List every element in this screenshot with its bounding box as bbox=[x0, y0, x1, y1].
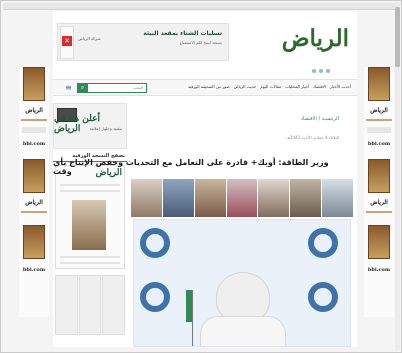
opec-logo-icon bbox=[308, 228, 338, 258]
side-ad-logo: الرياض bbox=[25, 107, 43, 114]
paper-thumbnail[interactable] bbox=[102, 275, 126, 335]
front-page-photo bbox=[72, 200, 106, 250]
sidebar-ad-subtitle: بتقنية وحلول إعلانية bbox=[89, 126, 123, 131]
text-line bbox=[60, 190, 120, 192]
text-line bbox=[60, 262, 120, 264]
book-cover-image bbox=[23, 225, 45, 259]
opec-logo-icon bbox=[140, 228, 170, 258]
side-ad-divider bbox=[366, 119, 392, 121]
speaker-head bbox=[216, 272, 270, 322]
side-ad-url: bbi.com bbox=[367, 141, 391, 147]
article-title: وزير الطاقة: أوبك+ قادرة على التعامل مع … bbox=[53, 158, 329, 176]
book-cover-image bbox=[368, 225, 390, 259]
side-ad-logo: الرياض bbox=[370, 107, 388, 114]
side-ad-left[interactable]: الرياض bbi.com الرياض bbi.com bbox=[19, 67, 49, 317]
flag-pole bbox=[192, 290, 193, 346]
text-line bbox=[60, 256, 120, 258]
twitter-icon[interactable] bbox=[312, 69, 316, 73]
participant-thumbnail bbox=[290, 179, 322, 217]
youtube-icon[interactable] bbox=[326, 69, 330, 73]
nav-item-economy[interactable]: الاقتصاد bbox=[313, 84, 326, 89]
side-ad-tag bbox=[367, 127, 391, 133]
side-ad-divider bbox=[21, 211, 47, 213]
paper-thumbnails bbox=[55, 275, 126, 335]
side-ad-divider bbox=[21, 119, 47, 121]
main-video-frame bbox=[133, 219, 351, 347]
participant-thumbnail bbox=[226, 179, 258, 217]
nav-item-latest[interactable]: أحدث الأخبار bbox=[330, 84, 351, 89]
side-ad-tag bbox=[22, 127, 46, 133]
book-cover-image bbox=[23, 159, 45, 193]
search-icon[interactable]: ⌕ bbox=[77, 83, 88, 93]
book-cover-image bbox=[23, 67, 45, 101]
side-ad-url: bbi.com bbox=[22, 141, 46, 147]
top-ad-banner[interactable]: ✕ شركة الرياض تسليات الشتاء بمقعد البيئة… bbox=[57, 23, 229, 61]
participant-thumbnail bbox=[322, 179, 354, 217]
nav-item-opinion[interactable]: مقالات اليوم bbox=[260, 84, 281, 89]
nav-item-local[interactable]: أخبار المحليات bbox=[285, 84, 309, 89]
participant-thumbnail bbox=[131, 179, 162, 217]
main-nav: أحدث الأخبار الاقتصاد أخبار المحليات مقا… bbox=[53, 79, 357, 96]
scrollbar-thumb[interactable] bbox=[395, 7, 400, 67]
site-logo[interactable]: الرياض bbox=[282, 25, 349, 52]
menu-icon[interactable]: ≡ bbox=[65, 84, 73, 92]
sidebar-ad-title: أعلن هنا في الرياض bbox=[54, 114, 100, 134]
breadcrumb[interactable]: الرئيسية / الاقتصاد bbox=[301, 116, 339, 122]
ad-brand: شركة الرياض bbox=[78, 36, 101, 41]
ad-title: تسليات الشتاء بمقعد البيئة bbox=[143, 30, 222, 37]
participant-thumbnail bbox=[194, 179, 226, 217]
nav-item-riyadh-talk[interactable]: حديث الرياض bbox=[234, 84, 257, 89]
side-ad-divider bbox=[366, 211, 392, 213]
article-date: الثلاثاء 4 جمادى الآخرة 1443هـ bbox=[286, 135, 339, 140]
paper-thumbnail[interactable] bbox=[78, 275, 102, 335]
book-cover-image bbox=[368, 67, 390, 101]
side-ad-logo: الرياض bbox=[370, 199, 388, 206]
nav-item-print-edition[interactable]: صور من الصحيفة الورقية bbox=[188, 84, 230, 89]
browser-toolbar bbox=[3, 3, 395, 10]
participant-thumbnail bbox=[162, 179, 194, 217]
opec-logo-icon bbox=[140, 282, 170, 312]
close-ad-icon[interactable]: ✕ bbox=[62, 36, 72, 46]
nav-items: أحدث الأخبار الاقتصاد أخبار المحليات مقا… bbox=[188, 84, 351, 89]
side-ad-url: bbi.com bbox=[22, 267, 46, 273]
book-cover-image bbox=[368, 159, 390, 193]
sidebar-ad[interactable]: أعلن هنا في الرياض بتقنية وحلول إعلانية bbox=[53, 103, 127, 149]
side-ad-logo: الرياض bbox=[25, 199, 43, 206]
left-sidebar: أعلن هنا في الرياض بتقنية وحلول إعلانية … bbox=[53, 103, 127, 347]
side-ad-right[interactable]: الرياض bbi.com الرياض bbi.com bbox=[364, 67, 394, 317]
text-line bbox=[60, 184, 120, 186]
news-page: ✕ شركة الرياض تسليات الشتاء بمقعد البيئة… bbox=[53, 11, 357, 347]
facebook-icon[interactable] bbox=[319, 69, 323, 73]
participant-thumbnail bbox=[258, 179, 290, 217]
print-edition-thumbnail[interactable]: الرياض bbox=[55, 165, 125, 269]
ad-subtitle: يستعد ليتيح لكم الاستمتاع bbox=[179, 40, 222, 45]
video-call-strip bbox=[131, 179, 354, 217]
paper-thumbnail[interactable] bbox=[55, 275, 78, 335]
social-links bbox=[312, 69, 330, 73]
article-image bbox=[131, 179, 354, 347]
browser-window: الرياض bbi.com الرياض bbi.com الرياض bbi… bbox=[0, 0, 402, 353]
side-ad-url: bbi.com bbox=[367, 267, 391, 273]
speaker-body bbox=[200, 316, 286, 346]
opec-logo-icon bbox=[308, 282, 338, 312]
